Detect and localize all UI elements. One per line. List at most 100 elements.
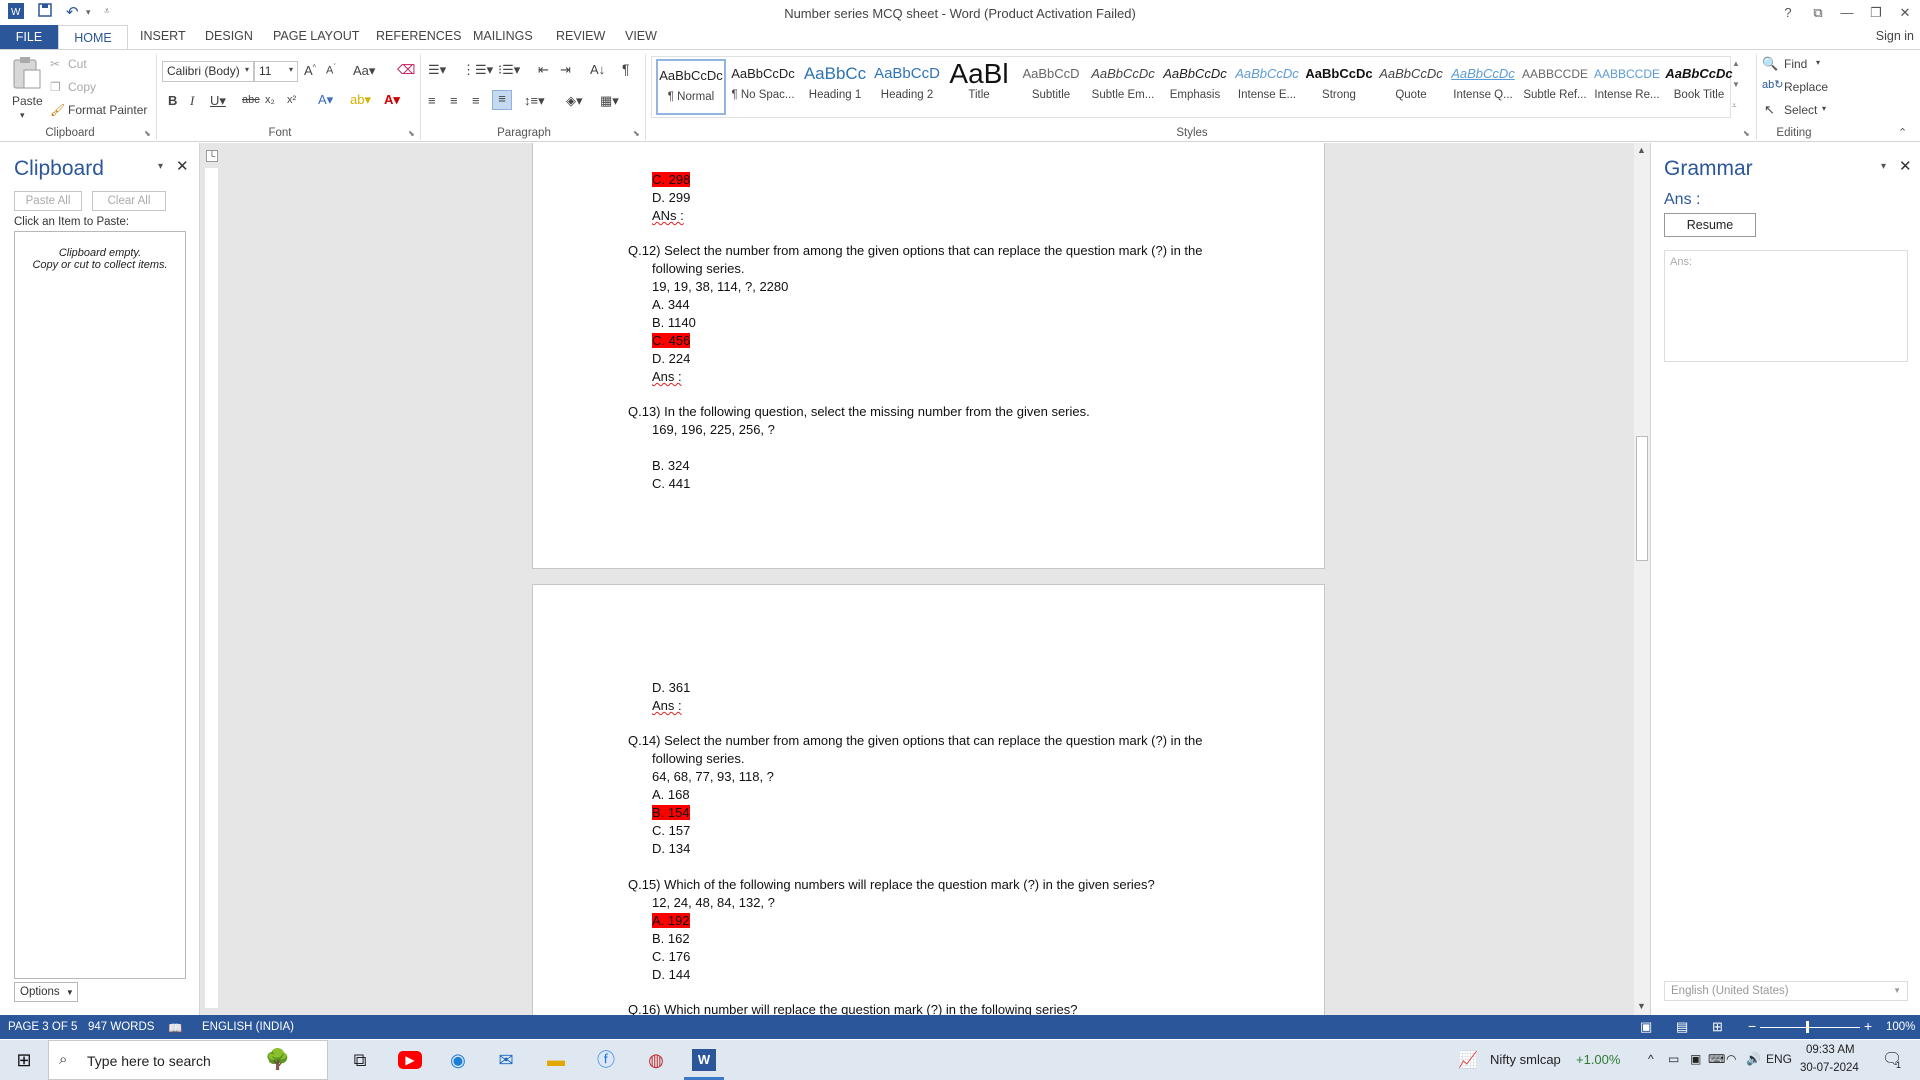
volume-icon[interactable]: 🔊 (1746, 1052, 1761, 1066)
decrease-indent-icon[interactable]: ⇤ (538, 62, 549, 78)
show-formatting-marks-icon[interactable]: ¶ (622, 61, 630, 77)
clear-all-button[interactable]: Clear All (92, 191, 166, 211)
font-name-box[interactable]: Calibri (Body) (162, 61, 254, 82)
tab-home[interactable]: HOME (58, 25, 128, 50)
word-taskbar-icon[interactable]: W (692, 1049, 716, 1071)
grow-font-icon[interactable]: A^ (304, 63, 316, 78)
bullets-icon[interactable]: ☰▾ (428, 62, 446, 78)
facebook-icon[interactable]: ⓕ (594, 1049, 618, 1071)
paragraph-launcher-icon[interactable]: ⬊ (633, 129, 640, 138)
style-book-title[interactable]: AaBbCcDc Book Title (1664, 59, 1734, 115)
document-line[interactable]: 64, 68, 77, 93, 118, ? (652, 769, 774, 784)
mail-icon[interactable]: ✉ (494, 1049, 518, 1071)
document-line[interactable]: D. 299 (652, 190, 690, 205)
multilevel-list-icon[interactable]: ⁝☰▾ (498, 62, 520, 78)
scroll-up-icon[interactable]: ▲ (1637, 145, 1646, 155)
paste-dropdown-icon[interactable]: ▾ (20, 110, 25, 121)
read-mode-icon[interactable]: ▣ (1640, 1019, 1652, 1035)
help-button[interactable]: ? (1774, 2, 1802, 24)
align-left-icon[interactable]: ≡ (428, 93, 436, 108)
highlighted-answer-option[interactable]: C. 456 (652, 333, 691, 348)
highlighted-answer-option[interactable]: A. 192 (652, 913, 690, 928)
taskbar-search-box[interactable]: ⌕ Type here to search 🌳 (48, 1040, 328, 1080)
style-emphasis[interactable]: AaBbCcDc Emphasis (1160, 59, 1230, 115)
scroll-down-icon[interactable]: ▼ (1637, 1001, 1646, 1011)
align-right-icon[interactable]: ≡ (472, 93, 480, 108)
wifi-icon[interactable]: ◠ (1726, 1052, 1736, 1066)
sign-in-link[interactable]: Sign in (1876, 29, 1914, 43)
styles-more-icon[interactable]: ⩡ (1732, 101, 1737, 111)
style-no-spac[interactable]: AaBbCcDc ¶ No Spac... (728, 59, 798, 115)
tab-file[interactable]: FILE (0, 25, 58, 49)
zoom-level[interactable]: 100% (1886, 1021, 1915, 1033)
zoom-out-icon[interactable]: − (1748, 1018, 1756, 1034)
ribbon-display-options-icon[interactable]: ⧉ (1804, 2, 1832, 24)
document-line[interactable]: following series. (652, 261, 745, 276)
clock-date[interactable]: 30-07-2024 (1800, 1062, 1859, 1074)
question-text[interactable]: Q.13) In the following question, select … (628, 404, 1090, 419)
input-language[interactable]: ENG (1766, 1052, 1792, 1066)
style-heading-1[interactable]: AaBbCc Heading 1 (800, 59, 870, 115)
clock-time[interactable]: 09:33 AM (1806, 1044, 1855, 1056)
find-dropdown-icon[interactable]: ▾ (1816, 58, 1820, 67)
style-subtle-em[interactable]: AaBbCcDc Subtle Em... (1088, 59, 1158, 115)
document-line[interactable]: A. 344 (652, 297, 690, 312)
select-dropdown-icon[interactable]: ▾ (1822, 104, 1826, 113)
align-center-icon[interactable]: ≡ (450, 93, 458, 108)
document-line[interactable]: C. 441 (652, 476, 690, 491)
increase-indent-icon[interactable]: ⇥ (560, 62, 571, 78)
styles-launcher-icon[interactable]: ⬊ (1743, 129, 1750, 138)
document-line[interactable]: B. 1140 (652, 315, 696, 330)
document-page[interactable] (532, 584, 1325, 1024)
text-effects-icon[interactable]: A▾ (318, 92, 333, 108)
borders-icon[interactable]: ▦▾ (600, 93, 619, 109)
page-count-status[interactable]: PAGE 3 OF 5 (8, 1021, 77, 1033)
collapse-ribbon-icon[interactable]: ⌃ (1898, 126, 1907, 139)
bold-icon[interactable]: B (168, 93, 177, 108)
web-layout-icon[interactable]: ⊞ (1712, 1019, 1723, 1035)
superscript-icon[interactable]: x² (287, 94, 296, 106)
file-explorer-icon[interactable]: ▬ (544, 1049, 568, 1071)
cut-button[interactable]: Cut (68, 57, 87, 71)
highlighted-answer-option[interactable]: C. 298 (652, 172, 691, 187)
paste-button[interactable]: Paste (12, 94, 43, 108)
document-line[interactable]: A. 168 (652, 787, 690, 802)
tab-insert[interactable]: INSERT (140, 29, 186, 43)
style-quote[interactable]: AaBbCcDc Quote (1376, 59, 1446, 115)
style-intense-e[interactable]: AaBbCcDc Intense E... (1232, 59, 1302, 115)
resume-button[interactable]: Resume (1664, 213, 1756, 237)
document-line[interactable]: Ans : (652, 698, 682, 713)
language-select[interactable]: English (United States) ▼ (1664, 981, 1908, 1001)
document-line[interactable]: 169, 196, 225, 256, ? (652, 422, 775, 437)
shading-icon[interactable]: ◈▾ (566, 93, 583, 109)
document-line[interactable]: 12, 24, 48, 84, 132, ? (652, 895, 775, 910)
close-button[interactable]: ✕ (1891, 2, 1919, 24)
document-line[interactable]: C. 157 (652, 823, 690, 838)
scroll-thumb[interactable] (1636, 436, 1648, 561)
question-text[interactable]: Q.15) Which of the following numbers wil… (628, 877, 1155, 892)
print-layout-icon[interactable]: ▤ (1676, 1019, 1688, 1035)
line-spacing-icon[interactable]: ↕≡▾ (524, 93, 545, 109)
tab-mailings[interactable]: MAILINGS (473, 29, 533, 43)
document-line[interactable]: 19, 19, 38, 114, ?, 2280 (652, 279, 788, 294)
style-subtitle[interactable]: AaBbCcD Subtitle (1016, 59, 1086, 115)
options-button[interactable]: Options ▼ (14, 982, 78, 1002)
document-line[interactable]: D. 361 (652, 680, 690, 695)
style-title[interactable]: AaBl Title (944, 59, 1014, 115)
shrink-font-icon[interactable]: Aˇ (326, 64, 336, 77)
copy-button[interactable]: Copy (68, 80, 96, 94)
font-size-dropdown-icon[interactable]: ▾ (289, 65, 293, 74)
ticker-name[interactable]: Nifty smlcap (1490, 1052, 1561, 1067)
subscript-icon[interactable]: x₂ (265, 94, 275, 106)
vertical-ruler[interactable] (205, 168, 218, 1008)
tab-review[interactable]: REVIEW (556, 29, 605, 43)
document-line[interactable]: D. 224 (652, 351, 690, 366)
document-line[interactable]: ANs : (652, 208, 684, 223)
paste-icon[interactable] (10, 56, 42, 90)
grammar-suggestion-box[interactable]: Ans: (1664, 250, 1908, 362)
zoom-slider[interactable] (1760, 1027, 1860, 1028)
underline-icon[interactable]: U▾ (210, 93, 226, 109)
close-pane-icon[interactable]: ✕ (1899, 157, 1912, 175)
document-line[interactable]: following series. (652, 751, 745, 766)
ticker-change[interactable]: +1.00% (1576, 1052, 1620, 1067)
